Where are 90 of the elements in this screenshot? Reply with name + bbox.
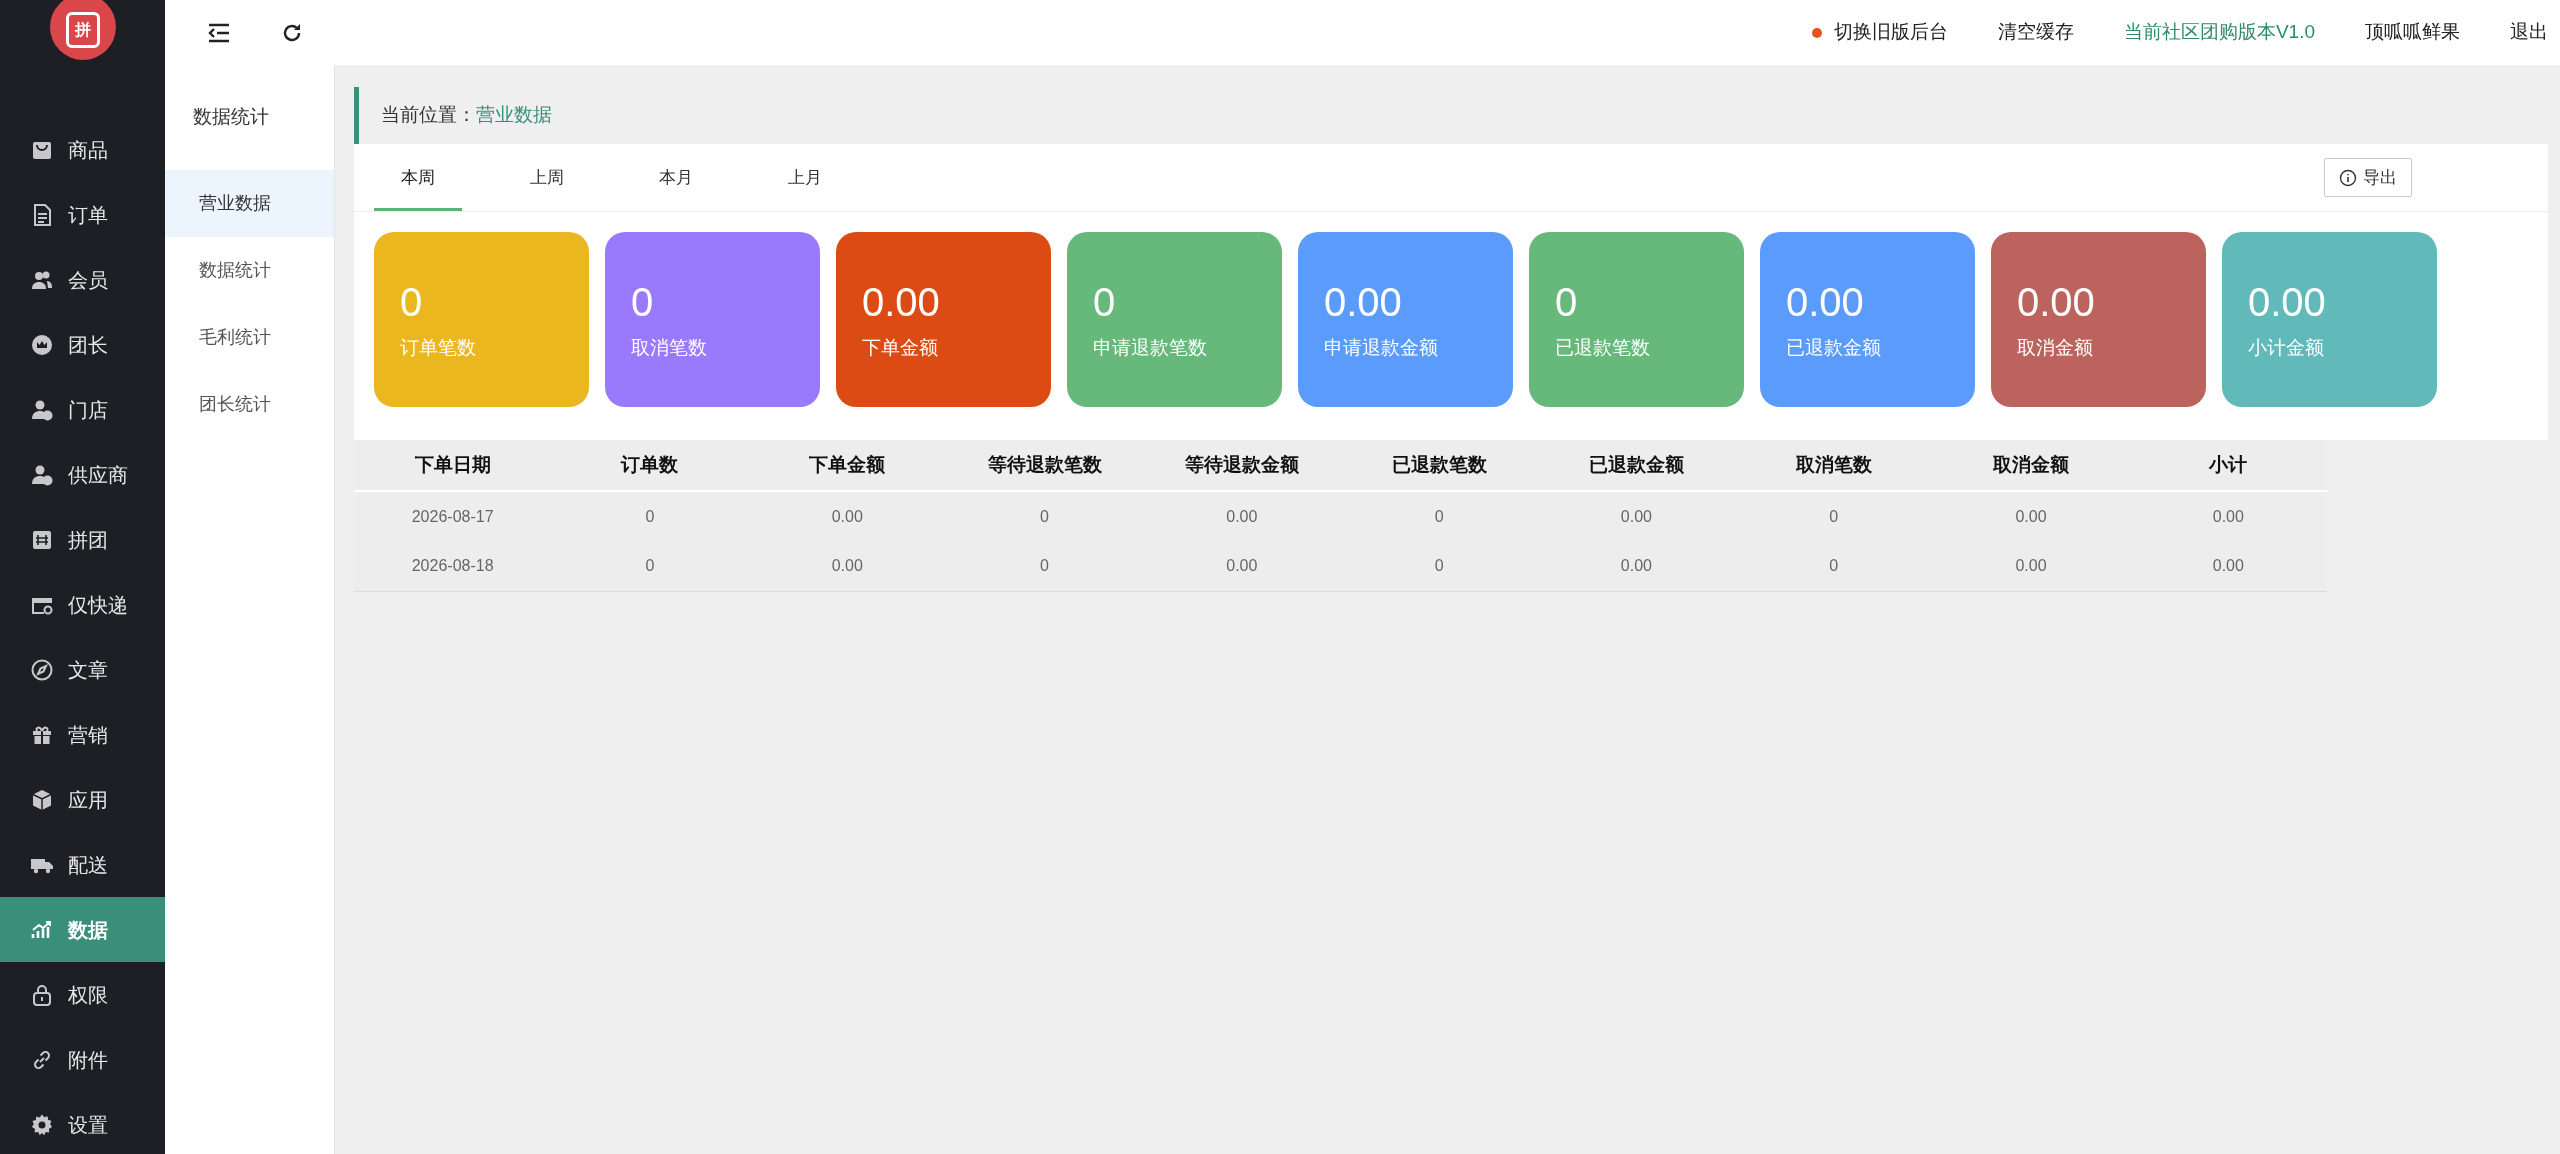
table-cell: 0	[1340, 541, 1538, 591]
column-header: 等待退款金额	[1143, 440, 1341, 491]
settings-icon	[30, 1112, 54, 1137]
submenu-item[interactable]: 数据统计	[165, 237, 334, 304]
table-cell: 0.00	[1537, 491, 1736, 541]
stat-label: 已退款金额	[1786, 338, 1882, 357]
logo-text: 拼	[74, 22, 91, 38]
tab[interactable]: 本周	[374, 144, 462, 211]
column-header: 下单日期	[354, 440, 552, 491]
sidebar-item[interactable]: 商品	[0, 117, 165, 182]
table-cell: 0	[1340, 491, 1538, 541]
table-cell: 0	[551, 491, 749, 541]
breadcrumb-label: 当前位置：	[381, 103, 476, 128]
header-link[interactable]: 切换旧版后台	[1811, 18, 1948, 47]
stat-value: 0	[1093, 282, 1117, 322]
logo[interactable]: 拼	[49, 0, 116, 60]
export-button[interactable]: 导出	[2324, 158, 2412, 197]
table-cell: 0	[945, 541, 1144, 591]
table-cell: 0	[1735, 491, 1933, 541]
tab[interactable]: 本月	[632, 144, 720, 211]
table-cell: 0	[945, 491, 1144, 541]
stat-value: 0.00	[862, 282, 941, 322]
table-cell: 0.00	[748, 541, 946, 591]
column-header: 小计	[2129, 440, 2327, 491]
status-dot-icon	[1811, 27, 1822, 38]
stat-value: 0.00	[1786, 282, 1865, 322]
sidebar-item[interactable]: 文章	[0, 637, 165, 702]
stat-value: 0	[1555, 282, 1579, 322]
table-cell: 2026-08-18	[354, 541, 552, 591]
sidebar-item[interactable]: 供应商	[0, 442, 165, 507]
table-cell: 0.00	[748, 491, 946, 541]
header-link[interactable]: 顶呱呱鲜果	[2365, 18, 2460, 47]
stat-value: 0.00	[2017, 282, 2096, 322]
table-cell: 0.00	[2129, 491, 2327, 541]
lock-icon	[30, 982, 54, 1007]
column-header: 下单金额	[748, 440, 946, 491]
stat-label: 取消金额	[2017, 338, 2094, 357]
column-header: 已退款笔数	[1340, 440, 1538, 491]
crown-icon	[30, 332, 54, 357]
column-header: 取消笔数	[1735, 440, 1933, 491]
sidebar-item[interactable]: 会员	[0, 247, 165, 312]
table-cell: 0.00	[1143, 491, 1341, 541]
header-link[interactable]: 退出	[2510, 18, 2548, 47]
stat-label: 订单笔数	[400, 338, 477, 357]
table-cell: 2026-08-17	[354, 491, 552, 541]
table-cell: 0.00	[2129, 541, 2327, 591]
sidebar-item[interactable]: 配送	[0, 832, 165, 897]
column-header: 已退款金额	[1537, 440, 1736, 491]
table-cell: 0.00	[1143, 541, 1341, 591]
sidebar-item[interactable]: 仅快递	[0, 572, 165, 637]
stat-label: 下单金额	[862, 338, 939, 357]
column-header: 订单数	[551, 440, 749, 491]
stat-label: 取消笔数	[631, 338, 708, 357]
sidebar-item[interactable]: 团长	[0, 312, 165, 377]
sidebar-item[interactable]: 拼团	[0, 507, 165, 572]
tab[interactable]: 上周	[503, 144, 591, 211]
submenu-item[interactable]: 毛利统计	[165, 304, 334, 371]
header-link[interactable]: 当前社区团购版本V1.0	[2123, 18, 2315, 47]
sidebar-item[interactable]: 门店	[0, 377, 165, 442]
stat-value: 0.00	[2248, 282, 2327, 322]
stat-value: 0	[400, 282, 424, 322]
box-icon	[30, 787, 54, 812]
header-link[interactable]: 清空缓存	[1997, 18, 2074, 47]
sidebar-item[interactable]: 订单	[0, 182, 165, 247]
submenu-title: 数据统计	[192, 105, 270, 130]
table-cell: 0.00	[1932, 491, 2130, 541]
menu-icon[interactable]	[207, 22, 231, 43]
sidebar-item[interactable]: 数据	[0, 897, 165, 962]
table-cell: 0	[551, 541, 749, 591]
compass-icon	[30, 657, 54, 682]
stat-label: 申请退款金额	[1324, 338, 1439, 357]
table-cell: 0	[1735, 541, 1933, 591]
submenu-item[interactable]: 营业数据	[165, 170, 334, 237]
info-icon	[2339, 168, 2357, 187]
stat-label: 已退款笔数	[1555, 338, 1651, 357]
sidebar-item[interactable]: 权限	[0, 962, 165, 1027]
tab[interactable]: 上月	[761, 144, 849, 211]
sidebar-item[interactable]: 营销	[0, 702, 165, 767]
column-header: 等待退款笔数	[945, 440, 1144, 491]
table-cell: 0.00	[1932, 541, 2130, 591]
sidebar-item[interactable]: 附件	[0, 1027, 165, 1092]
submenu-item[interactable]: 团长统计	[165, 371, 334, 438]
sidebar-item[interactable]: 设置	[0, 1092, 165, 1154]
sidebar-item[interactable]: 应用	[0, 767, 165, 832]
stat-value: 0.00	[1324, 282, 1403, 322]
table-cell: 0.00	[1537, 541, 1736, 591]
column-header: 取消金额	[1932, 440, 2130, 491]
stat-value: 0	[631, 282, 655, 322]
stat-label: 小计金额	[2248, 338, 2325, 357]
stat-label: 申请退款笔数	[1093, 338, 1208, 357]
